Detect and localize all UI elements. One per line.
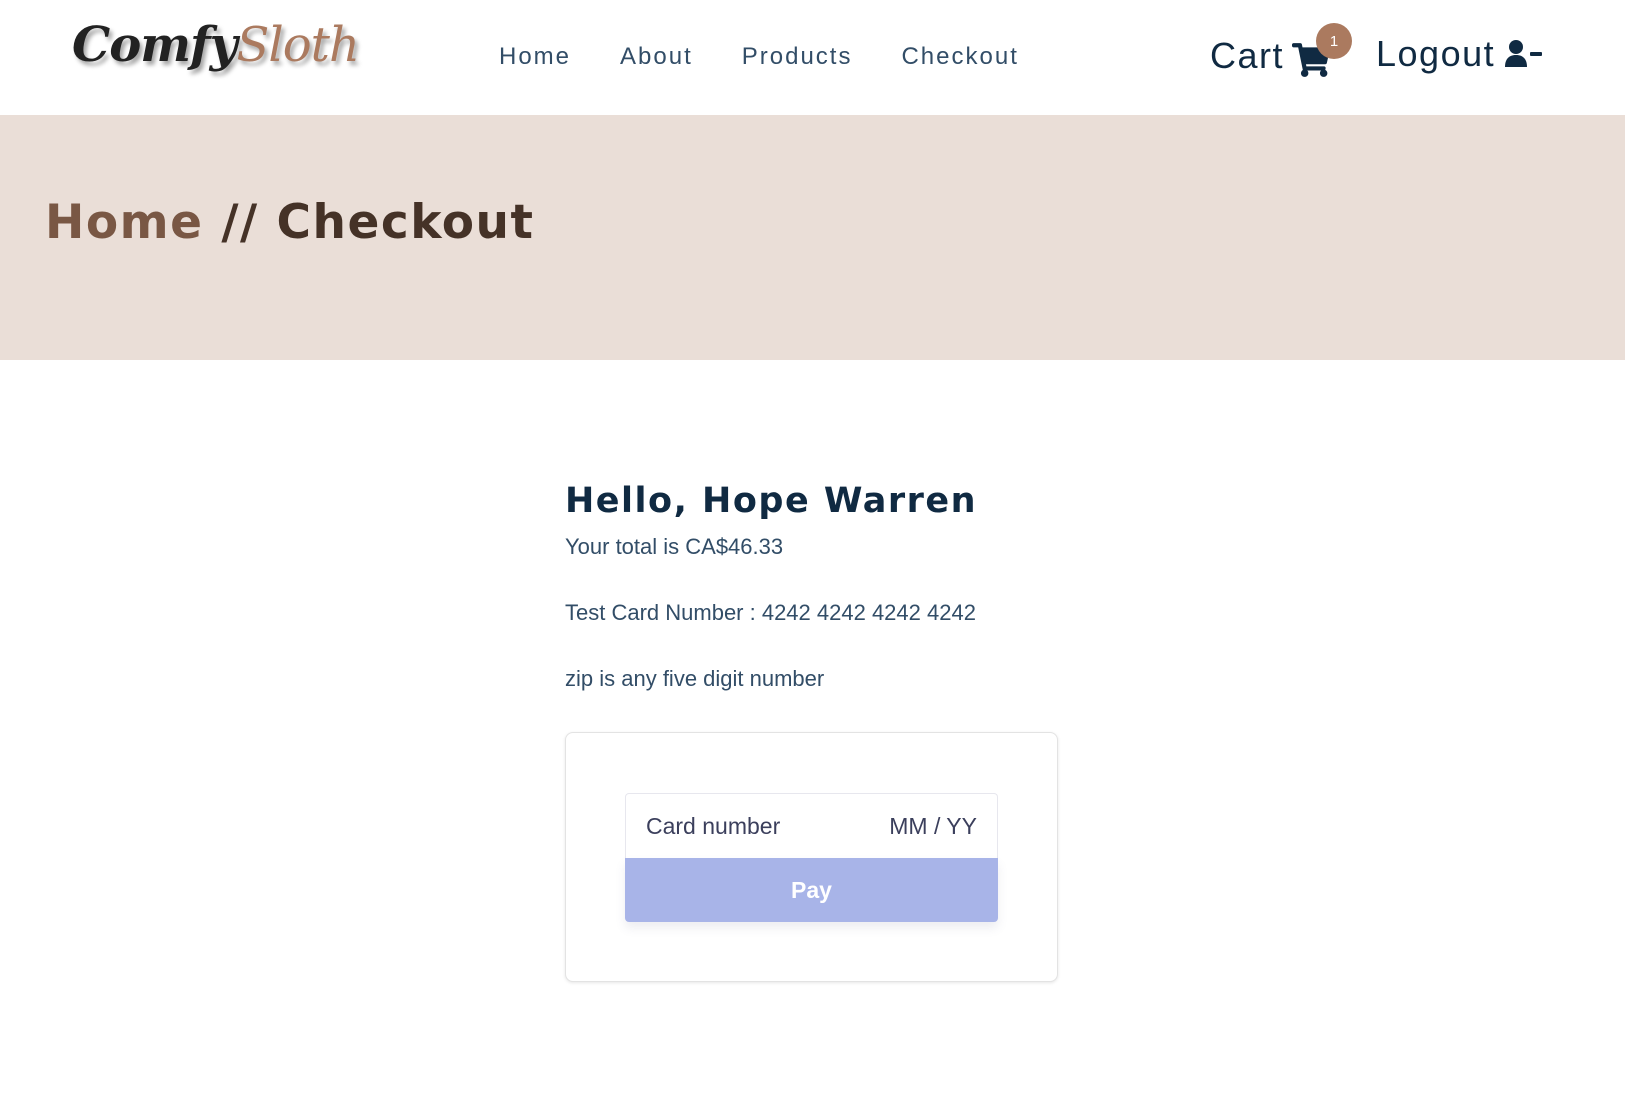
nav-item-products: Products [742, 40, 853, 74]
brand-logo-part2: Sloth [236, 17, 360, 73]
user-minus-icon [1505, 40, 1543, 67]
payment-panel: Card number MM / YY Pay [565, 732, 1058, 982]
nav-item-checkout: Checkout [901, 40, 1018, 74]
cart-label: Cart [1210, 35, 1285, 76]
breadcrumb-current: Checkout [276, 195, 535, 250]
nav-link-checkout[interactable]: Checkout [901, 40, 1018, 74]
order-total-text: Your total is CA$46.33 [565, 534, 784, 559]
expiry-input[interactable]: MM / YY [889, 813, 977, 840]
breadcrumb: Home // Checkout [45, 199, 534, 246]
payment-form: Card number MM / YY Pay [625, 793, 998, 922]
checkout-section: Hello, Hope Warren Your total is CA$46.3… [565, 478, 1065, 694]
cart-button[interactable]: Cart 1 [1210, 23, 1353, 78]
nav-item-about: About [620, 40, 693, 74]
pay-button[interactable]: Pay [625, 858, 998, 922]
nav-link-home[interactable]: Home [499, 40, 571, 74]
brand-logo[interactable]: ComfySloth [72, 14, 360, 76]
logout-label: Logout [1376, 33, 1496, 74]
test-card-text: Test Card Number : 4242 4242 4242 4242 [565, 600, 976, 625]
nav-item-home: Home [499, 40, 571, 74]
card-input-field[interactable]: Card number MM / YY [625, 793, 998, 858]
breadcrumb-home-link[interactable]: Home [45, 195, 203, 250]
cart-count-badge: 1 [1316, 23, 1353, 59]
nav-links: Home About Products Checkout [499, 40, 1019, 74]
card-number-input[interactable]: Card number [646, 813, 780, 840]
brand-logo-part1: Comfy [72, 17, 238, 73]
greeting-heading: Hello, Hope Warren [565, 481, 978, 521]
zip-hint-text: zip is any five digit number [565, 666, 825, 691]
nav-link-about[interactable]: About [620, 40, 693, 74]
breadcrumb-separator: // [203, 195, 277, 250]
navbar: ComfySloth Home About Products Checkout … [0, 0, 1625, 115]
cart-icon-container: 1 [1292, 23, 1353, 77]
nav-link-products[interactable]: Products [742, 40, 853, 74]
logout-button[interactable]: Logout [1376, 32, 1543, 76]
page-hero: Home // Checkout [0, 115, 1625, 360]
